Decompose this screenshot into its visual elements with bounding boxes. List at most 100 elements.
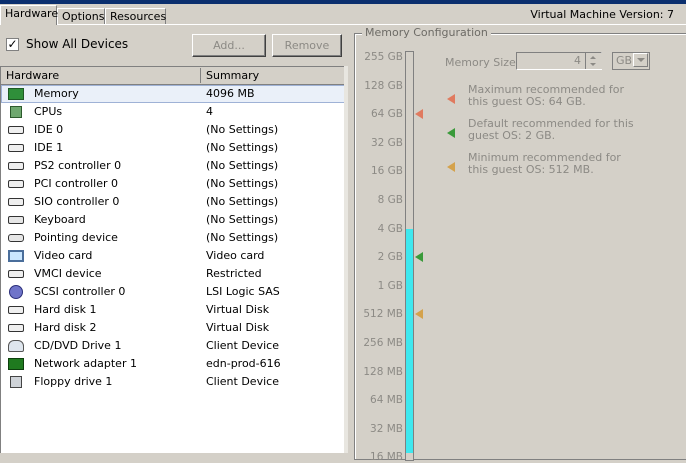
table-row[interactable]: Pointing device (No Settings) bbox=[1, 229, 345, 247]
table-row[interactable]: Memory 4096 MB bbox=[1, 85, 345, 103]
window-title-bar-edge bbox=[0, 0, 686, 4]
table-row[interactable]: VMCI device Restricted bbox=[1, 265, 345, 283]
table-header: Hardware Summary bbox=[1, 67, 345, 85]
memory-slider-fill bbox=[406, 228, 413, 453]
recommendation-note: Default recommended for this guest OS: 2… bbox=[468, 117, 634, 142]
ide-icon bbox=[8, 126, 24, 134]
note-marker-icon bbox=[447, 162, 455, 172]
memory-scale-label: 16 GB bbox=[370, 165, 403, 178]
table-row[interactable]: IDE 1 (No Settings) bbox=[1, 139, 345, 157]
table-row[interactable]: IDE 0 (No Settings) bbox=[1, 121, 345, 139]
device-name: SIO controller 0 bbox=[34, 195, 120, 208]
tab-divider bbox=[0, 24, 686, 25]
table-row[interactable]: PS2 controller 0 (No Settings) bbox=[1, 157, 345, 175]
memory-configuration-title: Memory Configuration bbox=[362, 26, 491, 39]
device-summary: (No Settings) bbox=[206, 123, 279, 136]
device-summary: Virtual Disk bbox=[206, 303, 270, 316]
device-name: Pointing device bbox=[34, 231, 118, 244]
memory-scale-label: 128 MB bbox=[363, 365, 403, 378]
recommendation-marker-icon bbox=[415, 309, 423, 320]
disk-icon bbox=[8, 306, 24, 314]
spinner-up-icon[interactable] bbox=[590, 56, 596, 59]
device-name: Hard disk 2 bbox=[34, 321, 97, 334]
device-summary: (No Settings) bbox=[206, 141, 279, 154]
recommendation-marker-icon bbox=[415, 109, 423, 120]
device-name: PS2 controller 0 bbox=[34, 159, 122, 172]
tab-options-label: Options bbox=[62, 10, 105, 23]
vmci-icon bbox=[8, 270, 24, 278]
recommendation-note: Maximum recommended for this guest OS: 6… bbox=[468, 83, 625, 108]
device-summary: (No Settings) bbox=[206, 177, 279, 190]
memory-scale-label: 255 GB bbox=[364, 51, 403, 63]
device-name: Floppy drive 1 bbox=[34, 375, 113, 388]
device-summary: (No Settings) bbox=[206, 159, 279, 172]
device-summary: LSI Logic SAS bbox=[206, 285, 280, 298]
device-summary: Video card bbox=[206, 249, 265, 262]
memory-icon bbox=[8, 88, 24, 100]
memory-scale-label: 2 GB bbox=[377, 251, 403, 264]
memory-size-label: Memory Size: bbox=[445, 56, 520, 69]
hardware-table: Hardware Summary Memory 4096 MB CPUs 4 IDE 0… bbox=[0, 66, 345, 453]
table-row[interactable]: Keyboard (No Settings) bbox=[1, 211, 345, 229]
controller-icon bbox=[8, 180, 24, 188]
device-name: CPUs bbox=[34, 105, 63, 118]
tab-resources[interactable]: Resources bbox=[105, 8, 166, 25]
tab-options[interactable]: Options bbox=[57, 8, 105, 25]
device-name: Video card bbox=[34, 249, 93, 262]
table-row[interactable]: Hard disk 1 Virtual Disk bbox=[1, 301, 345, 319]
memory-scale-label: 64 MB bbox=[370, 394, 403, 407]
table-row[interactable]: Video card Video card bbox=[1, 247, 345, 265]
show-all-devices-checkbox[interactable]: ✓ bbox=[6, 38, 19, 51]
memory-scale-label: 4 GB bbox=[377, 222, 403, 235]
table-row[interactable]: Hard disk 2 Virtual Disk bbox=[1, 319, 345, 337]
memory-scale-label: 32 GB bbox=[370, 136, 403, 149]
device-name: VMCI device bbox=[34, 267, 102, 280]
memory-scale-label: 128 GB bbox=[364, 79, 403, 92]
table-row[interactable]: Network adapter 1 edn-prod-616 bbox=[1, 355, 345, 373]
controller-icon bbox=[8, 162, 24, 170]
device-summary: (No Settings) bbox=[206, 195, 279, 208]
device-summary: 4096 MB bbox=[206, 87, 255, 100]
column-header-hardware[interactable]: Hardware bbox=[1, 68, 201, 83]
memory-scale-label: 512 MB bbox=[363, 308, 403, 321]
table-row[interactable]: PCI controller 0 (No Settings) bbox=[1, 175, 345, 193]
chevron-down-icon[interactable] bbox=[633, 53, 648, 67]
ide-icon bbox=[8, 144, 24, 152]
note-marker-icon bbox=[447, 94, 455, 104]
tab-hardware[interactable]: Hardware bbox=[0, 5, 58, 25]
add-button[interactable]: Add... bbox=[192, 34, 266, 57]
device-name: Memory bbox=[34, 87, 79, 100]
vm-version-label: Virtual Machine Version: 7 bbox=[530, 8, 674, 21]
device-summary: (No Settings) bbox=[206, 213, 279, 226]
table-row[interactable]: CD/DVD Drive 1 Client Device bbox=[1, 337, 345, 355]
memory-scale-label: 16 MB bbox=[370, 451, 403, 463]
monitor-icon bbox=[8, 250, 24, 262]
scsi-icon bbox=[9, 285, 23, 299]
device-summary: edn-prod-616 bbox=[206, 357, 281, 370]
table-row[interactable]: SCSI controller 0 LSI Logic SAS bbox=[1, 283, 345, 301]
table-row[interactable]: SIO controller 0 (No Settings) bbox=[1, 193, 345, 211]
device-name: PCI controller 0 bbox=[34, 177, 119, 190]
device-name: SCSI controller 0 bbox=[34, 285, 126, 298]
tab-resources-label: Resources bbox=[110, 10, 167, 23]
disk-icon bbox=[8, 324, 24, 332]
device-name: CD/DVD Drive 1 bbox=[34, 339, 122, 352]
device-name: IDE 0 bbox=[34, 123, 64, 136]
mouse-icon bbox=[8, 234, 24, 242]
table-row[interactable]: CPUs 4 bbox=[1, 103, 345, 121]
remove-button[interactable]: Remove bbox=[272, 34, 342, 57]
device-summary: Virtual Disk bbox=[206, 321, 270, 334]
table-row[interactable]: Floppy drive 1 Client Device bbox=[1, 373, 345, 391]
recommendation-note: Minimum recommended for this guest OS: 5… bbox=[468, 151, 621, 176]
memory-scale-label: 256 MB bbox=[363, 337, 403, 349]
network-icon bbox=[8, 358, 24, 370]
device-summary: Client Device bbox=[206, 339, 279, 352]
spinner-down-icon[interactable] bbox=[590, 63, 596, 66]
device-name: Hard disk 1 bbox=[34, 303, 97, 316]
device-name: IDE 1 bbox=[34, 141, 64, 154]
table-scrollbar[interactable] bbox=[344, 66, 348, 453]
cpu-icon bbox=[10, 106, 22, 118]
column-header-summary[interactable]: Summary bbox=[201, 68, 345, 83]
memory-size-spinner[interactable] bbox=[585, 53, 602, 69]
keyboard-icon bbox=[8, 216, 24, 224]
